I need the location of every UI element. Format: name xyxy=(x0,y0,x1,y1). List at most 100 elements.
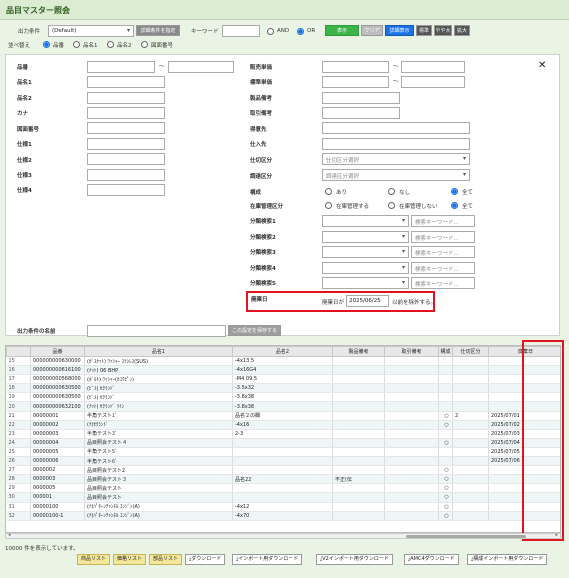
table-row[interactable]: 20 000000000632100 (ﾅｯﾄ) ｾｸﾗﾝﾄﾞ ﾗｲﾝ -3.8x38 xyxy=(6,401,560,412)
search4-select[interactable]: ▾ xyxy=(322,262,409,274)
table-row[interactable]: 26 00000006 半角テスト6ﾞ 2025/07/06 xyxy=(6,456,560,467)
stock-radio-all[interactable] xyxy=(451,202,458,209)
table-row[interactable]: 25 00000005 半角テスト5ﾞ 2025/07/05 xyxy=(6,447,560,458)
code-from-input[interactable] xyxy=(87,61,155,73)
class-div-select[interactable]: 仕切区分選択 ▾ xyxy=(322,153,470,165)
keyword-input[interactable] xyxy=(222,25,260,37)
table-row[interactable]: 21 00000001 半角テスト1ﾞ 品名２の欄 ○ 2 2025/07/01 xyxy=(6,411,560,421)
drawing-input[interactable] xyxy=(87,122,165,134)
name1-input[interactable] xyxy=(87,76,165,88)
col-header-mfg-note[interactable]: 製品備考 xyxy=(332,346,385,357)
spec3-input[interactable] xyxy=(87,169,165,181)
compose-import-download-button[interactable]: ⤓構成インポート用ダウンロード xyxy=(467,554,548,565)
table-row[interactable]: 29 0000005 品目照会テスト ○ xyxy=(6,483,560,494)
table-row[interactable]: 22 00000002 (ﾅ)ｾｸﾗﾝﾄﾞ -4x16 ○ 2025/07/02 xyxy=(6,420,560,430)
mfg-note-input[interactable] xyxy=(322,92,400,104)
row-trade-note xyxy=(384,492,439,503)
sort-option-drawing: 図面番号 xyxy=(151,43,174,49)
v2-import-download-button[interactable]: ⤓V2インポート用ダウンロード xyxy=(316,554,393,565)
sort-radio-code[interactable] xyxy=(43,41,50,48)
row-class-div xyxy=(452,456,489,467)
std-price-from[interactable] xyxy=(322,76,389,88)
search4-keyword[interactable]: 検索キーワード... xyxy=(411,262,475,274)
table-row[interactable]: 27 0000002 品目照会テスト2 ○ xyxy=(6,465,560,476)
supplier-input[interactable] xyxy=(322,138,470,150)
save-condition-button[interactable]: この設定を保存する xyxy=(228,325,281,336)
trade-note-input[interactable] xyxy=(322,107,400,119)
col-header-class-div[interactable]: 仕切区分 xyxy=(452,346,489,357)
sort-radio-drawing[interactable] xyxy=(141,41,148,48)
or-radio[interactable] xyxy=(297,28,304,35)
col-header-code[interactable]: 品番 xyxy=(30,346,85,357)
label-ship-to: 得意先 xyxy=(250,127,267,133)
search3-select[interactable]: ▾ xyxy=(322,246,409,258)
and-radio[interactable] xyxy=(267,28,274,35)
table-row[interactable]: 15 000000000630000 (ｶﾞｽｹｯﾄ) ﾜｯｼｬｰ ｽﾃﾝﾚｽ(SU… xyxy=(6,356,560,367)
large-size-button[interactable]: 拡大 xyxy=(454,25,470,36)
medium-size-button[interactable]: やや大 xyxy=(434,25,452,36)
stock-radio-manage[interactable] xyxy=(325,202,332,209)
search5-keyword[interactable]: 検索キーワード... xyxy=(411,277,475,289)
table-row[interactable]: 23 00000003 半角テスト3ﾞ 2-3 2025/07/03 xyxy=(6,429,560,439)
amc4-download-button[interactable]: ⤓AMC4ダウンロード xyxy=(404,554,459,565)
clear-button[interactable]: クリア xyxy=(361,25,383,36)
scroll-right-icon[interactable]: ▸ xyxy=(555,532,558,538)
search5-select[interactable]: ▾ xyxy=(322,277,409,289)
download-button[interactable]: ⤓ダウンロード xyxy=(185,554,226,565)
scroll-left-icon[interactable]: ◂ xyxy=(8,532,11,538)
row-mfg-note: 不正(伝 xyxy=(332,474,385,485)
label-name1: 品名1 xyxy=(17,80,32,86)
or-label: OR xyxy=(307,28,316,34)
sales-price-from[interactable] xyxy=(322,61,389,73)
spec2-input[interactable] xyxy=(87,153,165,165)
table-row[interactable]: 17 000000000568000 (ﾎﾞﾙﾄ) ﾜｯｼｬｰ(ｶｺｳﾋﾟﾝ) -M4… xyxy=(6,374,560,385)
stock-radio-nomanage[interactable] xyxy=(388,202,395,209)
procure-div-select[interactable]: 調達区分選択 ▾ xyxy=(322,169,470,181)
search2-select[interactable]: ▾ xyxy=(322,231,409,243)
search3-keyword[interactable]: 検索キーワード... xyxy=(411,246,475,258)
table-row[interactable]: 24 00000004 品目照会テスト４ ○ 2025/07/04 xyxy=(6,438,560,448)
detail-display-button[interactable]: 詳細表示 xyxy=(385,25,414,36)
close-icon[interactable]: ✕ xyxy=(538,60,546,71)
compose-radio-all[interactable] xyxy=(451,188,458,195)
col-header-name2[interactable]: 品名2 xyxy=(232,346,333,357)
compose-radio-no[interactable] xyxy=(388,188,395,195)
code-to-input[interactable] xyxy=(168,61,234,73)
spec4-input[interactable] xyxy=(87,184,165,196)
table-row[interactable]: 31 00000100 (ﾅ)ﾊﾟﾀｰﾝﾁｬﾝﾈﾙ ｴﾝｼﾞﾝ(A) -4x12 ○ xyxy=(6,502,560,512)
table-row[interactable]: 30 000001 品目照会テスト ○ xyxy=(6,492,560,503)
search1-select[interactable]: ▾ xyxy=(322,215,409,227)
abolish-date-input[interactable]: 2025/06/25 xyxy=(346,295,389,307)
sort-radio-name2[interactable] xyxy=(107,41,114,48)
import-download-button[interactable]: ⤓インポート用ダウンロード xyxy=(232,554,303,565)
scrollbar-thumb[interactable] xyxy=(406,535,526,538)
price-list-button[interactable]: 価格リスト xyxy=(113,554,147,565)
table-row[interactable]: 16 000000000616100 (ﾅｯﾄ) 06 BHP -4x16G4 xyxy=(6,365,560,376)
row-class-div xyxy=(452,474,489,485)
table-row[interactable]: 32 00000100-1 (ﾅ)ﾊﾟﾀｰﾝﾁｬﾝﾈﾙ ｴﾝｼﾞﾝ(A) -4x70 ○ xyxy=(6,511,560,521)
std-price-to[interactable] xyxy=(401,76,465,88)
output-condition-select[interactable]: (Default) ▾ xyxy=(48,25,134,37)
parts-list-button[interactable]: 部品リスト xyxy=(149,554,183,565)
col-header-compose[interactable]: 構成 xyxy=(438,346,453,357)
save-condition-input[interactable] xyxy=(87,325,226,337)
spec1-input[interactable] xyxy=(87,138,165,150)
col-header-name1[interactable]: 品名1 xyxy=(84,346,233,357)
kana-input[interactable] xyxy=(87,107,165,119)
search1-keyword[interactable]: 検索キーワード... xyxy=(411,215,475,227)
detail-condition-button[interactable]: 詳細条件を指定 xyxy=(136,25,180,36)
product-list-button[interactable]: 商品リスト xyxy=(77,554,111,565)
display-button[interactable]: 表示 xyxy=(325,25,359,36)
table-row[interactable]: 19 000000000630500 (ﾋﾞｽ) ｾｸﾗﾝﾄﾞ -3.8x38 xyxy=(6,392,560,403)
table-row[interactable]: 18 000000000630500 (ﾋﾞｽ) ｾｸﾗﾝﾄﾞ -3.5x32 xyxy=(6,383,560,394)
sort-radio-name1[interactable] xyxy=(73,41,80,48)
name2-input[interactable] xyxy=(87,92,165,104)
table-row[interactable]: 28 0000003 品目照会テスト３ 品名22 不正(伝 ○ xyxy=(6,474,560,485)
sales-price-to[interactable] xyxy=(401,61,465,73)
compose-radio-yes[interactable] xyxy=(325,188,332,195)
ship-to-input[interactable] xyxy=(322,122,470,134)
standard-size-button[interactable]: 標準 xyxy=(416,25,432,36)
horizontal-scrollbar[interactable]: ◂ ▸ xyxy=(5,532,561,539)
col-header-trade-note[interactable]: 取引備考 xyxy=(384,346,439,357)
search2-keyword[interactable]: 検索キーワード... xyxy=(411,231,475,243)
